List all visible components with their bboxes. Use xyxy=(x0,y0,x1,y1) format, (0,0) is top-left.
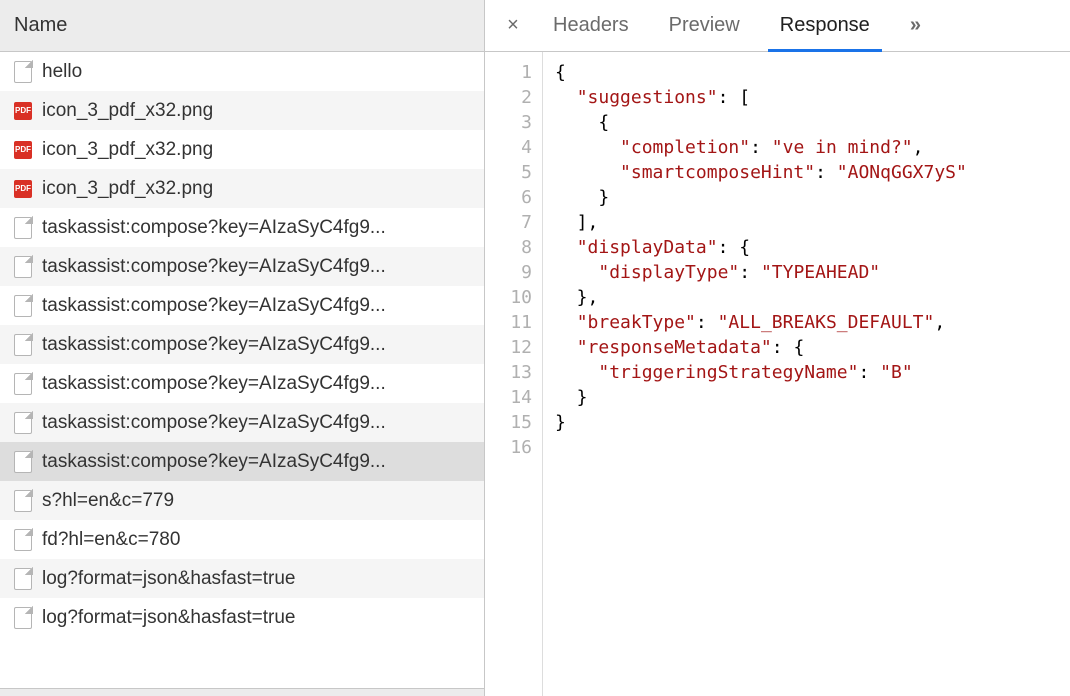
document-icon xyxy=(14,529,32,551)
line-number: 14 xyxy=(485,385,532,410)
line-number: 1 xyxy=(485,60,532,85)
name-column-header[interactable]: Name xyxy=(0,0,484,52)
request-row-label: taskassist:compose?key=AIzaSyC4fg9... xyxy=(42,256,386,278)
document-icon xyxy=(14,334,32,356)
close-glyph: × xyxy=(507,14,519,37)
request-row[interactable]: taskassist:compose?key=AIzaSyC4fg9... xyxy=(0,364,484,403)
request-row-label: taskassist:compose?key=AIzaSyC4fg9... xyxy=(42,373,386,395)
document-icon xyxy=(14,256,32,278)
request-row-label: taskassist:compose?key=AIzaSyC4fg9... xyxy=(42,295,386,317)
request-row[interactable]: taskassist:compose?key=AIzaSyC4fg9... xyxy=(0,403,484,442)
request-row[interactable]: taskassist:compose?key=AIzaSyC4fg9... xyxy=(0,208,484,247)
request-row[interactable]: PDF icon_3_pdf_x32.png xyxy=(0,130,484,169)
line-number-gutter: 12345678910111213141516 xyxy=(485,52,543,696)
request-row[interactable]: PDF icon_3_pdf_x32.png xyxy=(0,169,484,208)
line-number: 9 xyxy=(485,260,532,285)
line-number: 12 xyxy=(485,335,532,360)
request-row[interactable]: taskassist:compose?key=AIzaSyC4fg9... xyxy=(0,286,484,325)
request-row[interactable]: taskassist:compose?key=AIzaSyC4fg9... xyxy=(0,442,484,481)
line-number: 10 xyxy=(485,285,532,310)
document-icon xyxy=(14,412,32,434)
response-tab-bar: × HeadersPreviewResponse » xyxy=(485,0,1070,52)
pdf-icon: PDF xyxy=(14,102,32,120)
tab-preview[interactable]: Preview xyxy=(649,0,760,51)
list-bottom-separator xyxy=(0,688,484,696)
request-row-label: icon_3_pdf_x32.png xyxy=(42,139,213,161)
tab-headers[interactable]: Headers xyxy=(533,0,649,51)
request-row-label: taskassist:compose?key=AIzaSyC4fg9... xyxy=(42,334,386,356)
request-list: hello PDF icon_3_pdf_x32.png PDF icon_3_pdf_… xyxy=(0,52,484,688)
response-body: 12345678910111213141516 { "suggestions":… xyxy=(485,52,1070,696)
chevron-right-icon: » xyxy=(910,14,923,37)
line-number: 16 xyxy=(485,435,532,460)
line-number: 6 xyxy=(485,185,532,210)
request-row[interactable]: taskassist:compose?key=AIzaSyC4fg9... xyxy=(0,325,484,364)
document-icon xyxy=(14,61,32,83)
response-panel: × HeadersPreviewResponse » 1234567891011… xyxy=(485,0,1070,696)
network-request-list-panel: Name hello PDF icon_3_pdf_x32.png PDF icon_3… xyxy=(0,0,485,696)
request-row[interactable]: taskassist:compose?key=AIzaSyC4fg9... xyxy=(0,247,484,286)
line-number: 8 xyxy=(485,235,532,260)
document-icon xyxy=(14,607,32,629)
line-number: 3 xyxy=(485,110,532,135)
request-row[interactable]: PDF icon_3_pdf_x32.png xyxy=(0,91,484,130)
pdf-icon: PDF xyxy=(14,180,32,198)
response-json[interactable]: { "suggestions": [ { "completion": "ve i… xyxy=(543,52,1070,696)
request-row-label: icon_3_pdf_x32.png xyxy=(42,100,213,122)
request-row-label: taskassist:compose?key=AIzaSyC4fg9... xyxy=(42,451,386,473)
request-row[interactable]: s?hl=en&c=779 xyxy=(0,481,484,520)
request-row-label: taskassist:compose?key=AIzaSyC4fg9... xyxy=(42,412,386,434)
request-row-label: s?hl=en&c=779 xyxy=(42,490,174,512)
tab-response[interactable]: Response xyxy=(760,0,890,51)
request-row[interactable]: fd?hl=en&c=780 xyxy=(0,520,484,559)
request-row[interactable]: hello xyxy=(0,52,484,91)
document-icon xyxy=(14,490,32,512)
line-number: 11 xyxy=(485,310,532,335)
document-icon xyxy=(14,295,32,317)
document-icon xyxy=(14,451,32,473)
request-row[interactable]: log?format=json&hasfast=true xyxy=(0,598,484,637)
line-number: 13 xyxy=(485,360,532,385)
close-icon[interactable]: × xyxy=(493,0,533,51)
request-row-label: fd?hl=en&c=780 xyxy=(42,529,180,551)
request-row-label: log?format=json&hasfast=true xyxy=(42,568,296,590)
request-row-label: hello xyxy=(42,61,82,83)
document-icon xyxy=(14,373,32,395)
request-row-label: icon_3_pdf_x32.png xyxy=(42,178,213,200)
line-number: 5 xyxy=(485,160,532,185)
document-icon xyxy=(14,217,32,239)
line-number: 7 xyxy=(485,210,532,235)
line-number: 15 xyxy=(485,410,532,435)
line-number: 2 xyxy=(485,85,532,110)
name-column-header-label: Name xyxy=(14,14,67,37)
document-icon xyxy=(14,568,32,590)
more-tabs-button[interactable]: » xyxy=(890,0,943,51)
request-row[interactable]: log?format=json&hasfast=true xyxy=(0,559,484,598)
request-row-label: taskassist:compose?key=AIzaSyC4fg9... xyxy=(42,217,386,239)
line-number: 4 xyxy=(485,135,532,160)
pdf-icon: PDF xyxy=(14,141,32,159)
request-row-label: log?format=json&hasfast=true xyxy=(42,607,296,629)
